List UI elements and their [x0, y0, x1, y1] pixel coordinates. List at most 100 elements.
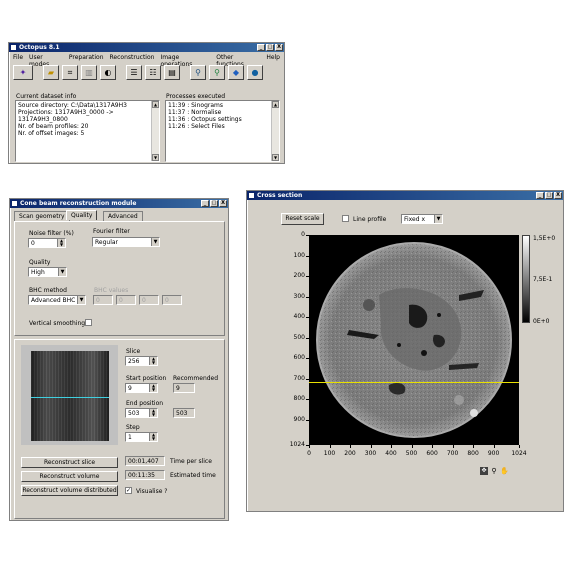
process-item[interactable]: 11:37 : Normalise: [168, 109, 242, 116]
chevron-down-icon[interactable]: ▼: [434, 215, 442, 223]
reset-scale-button[interactable]: Reset scale: [281, 213, 324, 225]
scroll-up-icon[interactable]: ▲: [272, 101, 279, 108]
chevron-down-icon[interactable]: ▼: [77, 296, 85, 304]
menu-user-modes[interactable]: User modes: [29, 54, 63, 68]
y-tick-label: 200: [293, 272, 305, 280]
list-icon[interactable]: ☰: [126, 64, 142, 80]
magnify-icon[interactable]: ⚲: [190, 64, 206, 80]
process-item[interactable]: 11:39 : Sinograms: [168, 102, 242, 109]
octopus-titlebar[interactable]: Octopus 8.1 _ □ X: [9, 43, 284, 52]
visualise-checkbox[interactable]: ✓: [125, 487, 132, 494]
spin-arrows-icon[interactable]: ▲ ▼: [149, 357, 157, 365]
cross-section-window: Cross section _ □ X Reset scale Line pro…: [246, 190, 564, 512]
maximize-button[interactable]: □: [545, 192, 553, 199]
tab-scan-geometry[interactable]: Scan geometry: [14, 211, 70, 221]
step-stepper[interactable]: 1 ▲ ▼: [125, 432, 158, 442]
spin-arrows-icon[interactable]: ▲ ▼: [57, 239, 65, 247]
cone-title: Cone beam reconstruction module: [20, 200, 137, 207]
list3-icon[interactable]: ▤: [164, 64, 180, 80]
zoom-icon[interactable]: ⚲: [490, 467, 498, 475]
y-tick-label: 400: [293, 313, 305, 321]
minimize-button[interactable]: _: [257, 44, 265, 51]
step-label: Step: [126, 424, 140, 431]
scroll-down-icon[interactable]: ▼: [272, 154, 279, 161]
globe-icon[interactable]: ●: [247, 64, 263, 80]
quality-value: High: [31, 269, 45, 276]
minimize-button[interactable]: _: [536, 192, 544, 199]
menu-help[interactable]: Help: [266, 54, 280, 61]
tag-icon[interactable]: ◆: [228, 64, 244, 80]
colorbar: [522, 235, 530, 323]
sinogram-preview: [21, 345, 118, 445]
app-icon: [10, 44, 17, 51]
menu-file[interactable]: File: [13, 54, 23, 61]
slice-indicator-line[interactable]: [31, 397, 109, 398]
dataset-info-scrollbar[interactable]: ▲ ▼: [151, 101, 159, 161]
x-tick-mark: [309, 445, 310, 448]
spin-arrows-icon[interactable]: ▲ ▼: [149, 384, 157, 392]
vertical-smoothing-checkbox[interactable]: [85, 319, 92, 326]
process-item[interactable]: 11:26 : Select Files: [168, 123, 242, 130]
estimated-time-label: Estimated time: [170, 472, 216, 479]
fixed-axis-select[interactable]: Fixed x ▼: [401, 214, 443, 224]
reconstruct-volume-button[interactable]: Reconstruct volume: [21, 471, 118, 482]
end-position-value: 503: [128, 410, 140, 417]
menu-reconstruction[interactable]: Reconstruction: [110, 54, 155, 61]
chevron-down-icon[interactable]: ▼: [151, 238, 159, 246]
tab-advanced[interactable]: Advanced: [103, 211, 143, 221]
reconstruct-slice-button[interactable]: Reconstruct slice: [21, 457, 118, 468]
crop-icon[interactable]: ⌗: [62, 64, 78, 80]
processes-box[interactable]: 11:39 : Sinograms 11:37 : Normalise 11:3…: [165, 100, 280, 162]
spin-arrows-icon[interactable]: ▲ ▼: [149, 433, 157, 441]
open-folder-icon[interactable]: ▰: [43, 64, 59, 80]
menu-image-operations[interactable]: Image operations: [160, 54, 210, 68]
menu-preparation[interactable]: Preparation: [69, 54, 104, 61]
visualise-label: Visualise ?: [136, 488, 168, 495]
spin-arrows-icon[interactable]: ▲ ▼: [149, 409, 157, 417]
maximize-button[interactable]: □: [210, 200, 218, 207]
line-profile-checkbox[interactable]: [342, 215, 349, 222]
processes-scrollbar[interactable]: ▲ ▼: [271, 101, 279, 161]
close-button[interactable]: X: [275, 44, 283, 51]
end-position-label: End position: [126, 400, 164, 407]
maximize-button[interactable]: □: [266, 44, 274, 51]
dataset-info-line: Nr. of offset images: 5: [18, 130, 85, 137]
menu-other-functions[interactable]: Other functions: [216, 54, 260, 68]
end-position-stepper[interactable]: 503 ▲ ▼: [125, 408, 158, 418]
bhc-method-select[interactable]: Advanced BHC ▼: [28, 295, 86, 305]
quality-select[interactable]: High ▼: [28, 267, 67, 277]
tab-quality[interactable]: Quality: [66, 210, 98, 220]
colorbar-mid-label: 7,5E-1: [533, 276, 553, 283]
octopus-window: Octopus 8.1 _ □ X File User modes Prepar…: [8, 42, 285, 164]
start-position-stepper[interactable]: 9 ▲ ▼: [125, 383, 158, 393]
palette-icon[interactable]: ◐: [100, 64, 116, 80]
slice-stepper[interactable]: 256 ▲ ▼: [125, 356, 158, 366]
process-item[interactable]: 11:36 : Octopus settings: [168, 116, 242, 123]
scroll-up-icon[interactable]: ▲: [152, 101, 159, 108]
columns-icon[interactable]: ▥: [81, 64, 97, 80]
minimize-button[interactable]: _: [201, 200, 209, 207]
pan-icon[interactable]: ✥: [480, 467, 488, 475]
dataset-info-line: 1317A9H3_0800: [18, 116, 68, 123]
wizard-icon[interactable]: ✦: [13, 64, 33, 80]
magnify2-icon[interactable]: ⚲: [209, 64, 225, 80]
cross-section-image[interactable]: [309, 235, 519, 445]
bhc-value-field: 0: [162, 295, 182, 305]
dataset-info-box[interactable]: Source directory: C:\Data\1317A9H3 Proje…: [15, 100, 160, 162]
scroll-down-icon[interactable]: ▼: [152, 154, 159, 161]
list2-icon[interactable]: ☷: [145, 64, 161, 80]
close-button[interactable]: X: [219, 200, 227, 207]
y-tick-label: 100: [293, 251, 305, 259]
chevron-down-icon[interactable]: ▼: [58, 268, 66, 276]
noise-filter-stepper[interactable]: 0 ▲ ▼: [28, 238, 66, 248]
fourier-filter-select[interactable]: Regular ▼: [92, 237, 160, 247]
cross-titlebar[interactable]: Cross section _ □ X: [247, 191, 563, 200]
close-button[interactable]: X: [554, 192, 562, 199]
menu-bar: File User modes Preparation Reconstructi…: [9, 52, 284, 68]
cone-titlebar[interactable]: Cone beam reconstruction module _ □ X: [10, 199, 228, 208]
reconstruct-volume-distributed-button[interactable]: Reconstruct volume distributed: [21, 485, 118, 496]
line-profile-indicator[interactable]: [309, 381, 519, 383]
toolbar: ✦ ▰ ⌗ ▥ ◐ ☰ ☷ ▤ ⚲ ⚲ ◆ ●: [9, 62, 284, 82]
hand-icon[interactable]: ✋: [500, 467, 509, 475]
colorbar-min-label: 0E+0: [533, 318, 550, 325]
